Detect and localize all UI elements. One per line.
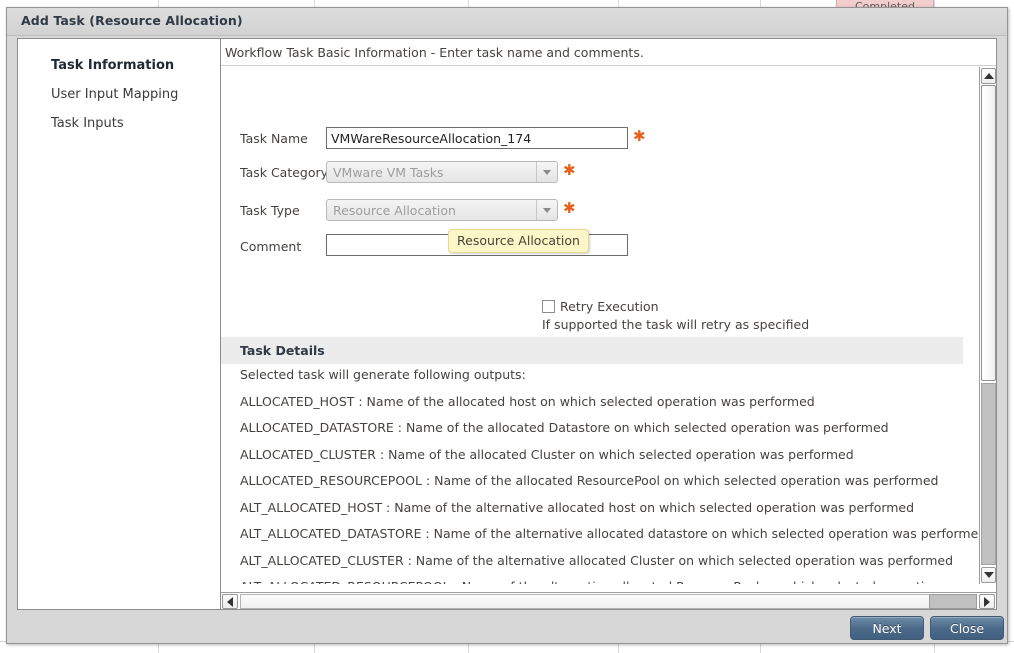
list-item: ALLOCATED_DATASTORE : Name of the alloca… [240, 420, 889, 435]
task-type-select[interactable]: Resource Allocation [326, 199, 558, 221]
form-scroll-area: Task Name ✱ Task Category VMware VM Task… [221, 67, 979, 584]
scroll-down-arrow-icon[interactable] [981, 567, 996, 583]
scroll-left-arrow-icon[interactable] [222, 594, 238, 609]
task-type-label: Task Type [240, 203, 300, 218]
task-type-tooltip: Resource Allocation [448, 229, 589, 253]
vertical-scrollbar[interactable] [979, 67, 996, 584]
chevron-down-icon[interactable] [536, 162, 557, 182]
retry-execution-checkbox[interactable] [542, 300, 555, 313]
content-header-text: Workflow Task Basic Information - Enter … [221, 39, 996, 66]
wizard-step-nav: Task Information User Input Mapping Task… [18, 39, 221, 609]
list-item: ALT_ALLOCATED_RESOURCEPOOL : Name of the… [240, 580, 979, 585]
task-category-select[interactable]: VMware VM Tasks [326, 161, 558, 183]
sidebar-item-user-input-mapping[interactable]: User Input Mapping [18, 80, 220, 109]
task-name-input[interactable] [326, 127, 628, 149]
add-task-dialog: Add Task (Resource Allocation) Task Info… [6, 7, 1008, 644]
dialog-body: Task Information User Input Mapping Task… [17, 38, 997, 610]
list-item: ALLOCATED_RESOURCEPOOL : Name of the all… [240, 473, 939, 488]
task-category-value: VMware VM Tasks [333, 164, 444, 180]
task-name-required-icon: ✱ [633, 127, 646, 145]
task-details-intro: Selected task will generate following ou… [240, 367, 526, 382]
next-button[interactable]: Next [850, 616, 924, 640]
retry-execution-hint: If supported the task will retry as spec… [542, 317, 810, 332]
sidebar-item-task-information[interactable]: Task Information [18, 51, 220, 80]
list-item: ALT_ALLOCATED_HOST : Name of the alterna… [240, 499, 915, 515]
list-item: ALT_ALLOCATED_CLUSTER : Name of the alte… [240, 552, 954, 568]
task-name-label: Task Name [240, 131, 308, 146]
task-type-value: Resource Allocation [333, 202, 456, 218]
horizontal-scrollbar-track[interactable] [240, 594, 977, 609]
retry-execution-label: Retry Execution [560, 299, 659, 314]
task-type-required-icon: ✱ [563, 199, 576, 217]
scroll-right-arrow-icon[interactable] [979, 594, 995, 609]
task-details-title: Task Details [240, 343, 325, 358]
dialog-footer: Next Close [7, 610, 1007, 643]
vertical-scrollbar-track[interactable] [981, 383, 996, 565]
task-category-label: Task Category [240, 165, 329, 180]
close-button[interactable]: Close [930, 616, 1004, 640]
comment-label: Comment [240, 239, 302, 254]
scroll-up-arrow-icon[interactable] [981, 68, 996, 84]
sidebar-item-task-inputs[interactable]: Task Inputs [18, 109, 220, 138]
task-category-required-icon: ✱ [563, 161, 576, 179]
horizontal-scrollbar-thumb[interactable] [929, 594, 977, 609]
task-details-header: Task Details [221, 337, 963, 364]
chevron-down-icon[interactable] [536, 200, 557, 220]
list-item: ALLOCATED_CLUSTER : Name of the allocate… [240, 446, 854, 462]
list-item: ALT_ALLOCATED_DATASTORE : Name of the al… [240, 526, 979, 541]
content-panel: Workflow Task Basic Information - Enter … [221, 39, 996, 609]
vertical-scrollbar-thumb[interactable] [981, 85, 996, 381]
horizontal-scrollbar[interactable] [221, 592, 996, 609]
task-details-output-list: Selected task will generate following ou… [240, 367, 979, 585]
dialog-titlebar: Add Task (Resource Allocation) [7, 8, 1007, 36]
dialog-title: Add Task (Resource Allocation) [21, 13, 243, 28]
list-item: ALLOCATED_HOST : Name of the allocated h… [240, 393, 815, 409]
